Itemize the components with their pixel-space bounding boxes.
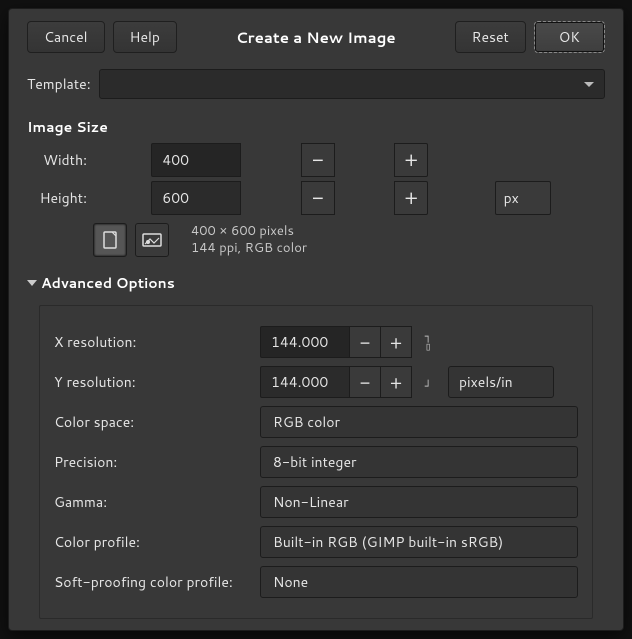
dialog-title: Create a New Image: [185, 27, 447, 48]
color-profile-select[interactable]: Built-in RGB (GIMP built-in sRGB): [260, 526, 578, 558]
resolution-unit-select[interactable]: pixels/in: [448, 366, 554, 398]
triangle-down-icon: [27, 280, 37, 286]
help-button[interactable]: Help: [113, 21, 177, 53]
width-increment-button[interactable]: +: [394, 143, 428, 177]
precision-select[interactable]: 8-bit integer: [260, 446, 578, 478]
soft-proof-select[interactable]: None: [260, 566, 578, 598]
landscape-orientation-button[interactable]: [135, 223, 169, 257]
reset-button[interactable]: Reset: [455, 21, 526, 53]
height-input[interactable]: 600: [151, 181, 241, 215]
precision-label: Precision:: [54, 452, 254, 472]
size-unit-select[interactable]: px: [495, 181, 551, 215]
portrait-orientation-button[interactable]: [93, 223, 127, 257]
height-label: Height:: [39, 188, 91, 208]
x-resolution-label: X resolution:: [54, 332, 254, 352]
y-resolution-decrement-button[interactable]: −: [349, 366, 381, 398]
color-space-label: Color space:: [54, 412, 254, 432]
color-profile-label: Color profile:: [54, 532, 254, 552]
y-resolution-input[interactable]: 144.000: [260, 366, 350, 398]
width-label: Width:: [39, 150, 91, 170]
template-select[interactable]: [99, 69, 605, 99]
resolution-link-icon: ┘: [420, 372, 436, 392]
image-info-resolution: 144 ppi, RGB color: [191, 240, 307, 257]
x-resolution-increment-button[interactable]: +: [380, 326, 412, 358]
x-resolution-decrement-button[interactable]: −: [349, 326, 381, 358]
ok-button[interactable]: OK: [534, 21, 605, 53]
width-decrement-button[interactable]: −: [301, 143, 335, 177]
resolution-link-icon[interactable]: ┐▯: [420, 332, 436, 352]
image-info-text: 400 × 600 pixels 144 ppi, RGB color: [191, 223, 307, 257]
gamma-label: Gamma:: [54, 492, 254, 512]
advanced-options-label: Advanced Options: [41, 273, 175, 293]
template-label: Template:: [27, 74, 91, 94]
soft-proof-label: Soft-proofing color profile:: [54, 572, 254, 592]
cancel-button[interactable]: Cancel: [27, 21, 105, 53]
height-increment-button[interactable]: +: [394, 181, 428, 215]
chevron-down-icon: [584, 82, 594, 87]
image-info-dimensions: 400 × 600 pixels: [191, 223, 307, 240]
y-resolution-label: Y resolution:: [54, 372, 254, 392]
width-input[interactable]: 400: [151, 143, 241, 177]
image-size-heading: Image Size: [27, 117, 605, 137]
gamma-select[interactable]: Non-Linear: [260, 486, 578, 518]
height-decrement-button[interactable]: −: [301, 181, 335, 215]
size-unit-value: px: [504, 188, 519, 208]
advanced-options-panel: X resolution: 144.000 − + ┐▯ Y resolutio…: [39, 305, 593, 619]
x-resolution-input[interactable]: 144.000: [260, 326, 350, 358]
color-space-select[interactable]: RGB color: [260, 406, 578, 438]
y-resolution-increment-button[interactable]: +: [380, 366, 412, 398]
advanced-options-expander[interactable]: Advanced Options: [27, 273, 605, 293]
